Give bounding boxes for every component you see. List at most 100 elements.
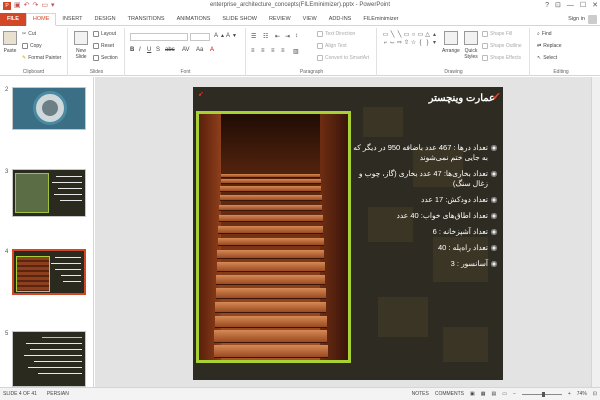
increase-indent-icon[interactable]: ⇥ (285, 33, 290, 40)
scroll-down-icon[interactable]: ▾ (431, 39, 438, 47)
textbox-shape-icon[interactable]: ▭ (382, 31, 389, 39)
bullet-list[interactable]: تعداد درها : 467 عدد باضافه 950 در دیگر … (353, 143, 497, 275)
cut-button[interactable]: ✂ Cut (22, 31, 36, 37)
tab-add-ins[interactable]: ADD-INS (323, 13, 358, 26)
font-size-select[interactable] (190, 33, 210, 41)
tab-fileminimizer[interactable]: FILEminimizer (357, 13, 404, 26)
format-painter-button[interactable]: ✎ Format Painter (22, 55, 61, 61)
zoom-level[interactable]: 74% (577, 391, 587, 397)
tab-review[interactable]: REVIEW (263, 13, 297, 26)
align-left-icon[interactable]: ≡ (251, 48, 255, 54)
shapes-gallery[interactable]: ▭ ╲ ╲ ▭ ○ ▭ △ ▴ ⌐ ⌙ ⇨ ⇧ ☆ { } ▾ (382, 31, 440, 57)
vertical-scrollbar[interactable] (591, 77, 600, 387)
minimize-button[interactable]: — (567, 0, 574, 12)
rectangle-shape-icon[interactable]: ▭ (417, 31, 424, 39)
line-shape-icon[interactable]: ╲ (396, 31, 403, 39)
shape-effects-button[interactable]: Shape Effects (482, 55, 521, 61)
quick-styles-button[interactable]: Quick Styles (463, 31, 479, 60)
arrow-shape-icon[interactable]: ⇨ (396, 39, 403, 47)
font-color-icon[interactable]: A (210, 47, 214, 53)
char-spacing-icon[interactable]: AV (182, 47, 190, 53)
tab-transitions[interactable]: TRANSITIONS (122, 13, 171, 26)
rectangle-shape-icon[interactable]: ▭ (403, 31, 410, 39)
tab-view[interactable]: VIEW (297, 13, 323, 26)
slide-title[interactable]: عمارت وینچستر (429, 93, 495, 104)
tab-design[interactable]: DESIGN (89, 13, 122, 26)
new-slide-button[interactable]: New Slide (71, 31, 91, 60)
scroll-up-icon[interactable]: ▴ (431, 31, 438, 39)
slide-editing-area[interactable]: ➹ ✔ عمارت وینچستر تعداد درها : 467 عدد ب… (95, 77, 600, 387)
tab-file[interactable]: FILE (0, 12, 26, 26)
change-case-icon[interactable]: Aa (196, 47, 203, 53)
slide-thumbnail-3[interactable] (12, 169, 86, 217)
tab-animations[interactable]: ANIMATIONS (171, 13, 217, 26)
reading-view-icon[interactable]: ▤ (491, 391, 496, 397)
font-name-select[interactable] (130, 33, 188, 41)
connector-shape-icon[interactable]: ⌙ (389, 39, 396, 47)
tab-insert[interactable]: INSERT (56, 13, 88, 26)
text-direction-button[interactable]: Text Direction (317, 31, 355, 37)
layout-button[interactable]: Layout (93, 31, 116, 37)
emblem-center (42, 100, 58, 116)
columns-icon[interactable]: ▥ (293, 48, 299, 55)
maximize-button[interactable]: ☐ (580, 0, 586, 12)
reset-button[interactable]: Reset (93, 43, 114, 49)
bullets-icon[interactable]: ☰ (251, 33, 256, 40)
shrink-font-icon[interactable]: A ▼ (226, 33, 237, 39)
underline-icon[interactable]: U (147, 47, 151, 53)
slideshow-icon[interactable]: ▭ (502, 391, 507, 397)
slide-thumbnail-5[interactable] (12, 331, 86, 387)
bold-icon[interactable]: B (130, 47, 134, 53)
select-button[interactable]: ↖ Select (537, 55, 557, 61)
section-button[interactable]: Section (93, 55, 118, 61)
strikethrough-icon[interactable]: abc (165, 47, 175, 53)
tab-slide-show[interactable]: SLIDE SHOW (216, 13, 263, 26)
italic-icon[interactable]: I (139, 47, 141, 53)
align-right-icon[interactable]: ≡ (271, 48, 275, 54)
oval-shape-icon[interactable]: ○ (410, 31, 417, 39)
language-indicator[interactable]: PERSIAN (47, 391, 69, 397)
find-button[interactable]: ⌕ Find (537, 31, 552, 37)
shape-fill-button[interactable]: Shape Fill (482, 31, 512, 37)
ribbon-display-button[interactable]: ⊡ (555, 0, 561, 12)
line-shape-icon[interactable]: ╲ (389, 31, 396, 39)
brace-shape-icon[interactable]: } (424, 39, 431, 47)
shadow-icon[interactable]: S (156, 47, 160, 53)
shape-outline-button[interactable]: Shape Outline (482, 43, 522, 49)
zoom-in-icon[interactable]: + (568, 391, 571, 397)
justify-icon[interactable]: ≡ (281, 48, 285, 54)
slide-sorter-icon[interactable]: ▦ (481, 391, 486, 397)
close-button[interactable]: ✕ (592, 0, 598, 12)
align-text-button[interactable]: Align Text (317, 43, 347, 49)
slide-thumbnail-4[interactable] (12, 249, 86, 295)
avatar[interactable] (588, 14, 597, 24)
copy-button[interactable]: Copy (22, 43, 42, 49)
brace-shape-icon[interactable]: { (417, 39, 424, 47)
grow-font-icon[interactable]: A ▲ (214, 33, 225, 39)
stairs-photo[interactable] (196, 111, 351, 363)
line-spacing-icon[interactable]: ↕ (295, 33, 298, 39)
zoom-slider-handle[interactable] (541, 391, 545, 397)
numbering-icon[interactable]: ☷ (263, 33, 268, 40)
replace-button[interactable]: ⇄ Replace (537, 43, 562, 49)
paste-button[interactable]: Paste (3, 31, 17, 54)
zoom-slider[interactable] (521, 391, 562, 397)
arrow-shape-icon[interactable]: ⇧ (403, 39, 410, 47)
fit-slide-icon[interactable]: ⊡ (593, 391, 597, 397)
align-center-icon[interactable]: ≡ (261, 48, 265, 54)
tab-home[interactable]: HOME (25, 13, 57, 26)
line-shape-icon[interactable]: ⌐ (382, 39, 389, 47)
notes-button[interactable]: NOTES (412, 391, 429, 397)
slide-thumbnail-2[interactable] (12, 87, 86, 130)
current-slide[interactable]: ➹ ✔ عمارت وینچستر تعداد درها : 467 عدد ب… (193, 87, 503, 380)
help-button[interactable]: ? (545, 0, 549, 12)
zoom-out-icon[interactable]: − (513, 391, 516, 397)
star-shape-icon[interactable]: ☆ (410, 39, 417, 47)
sign-in-link[interactable]: Sign in (568, 16, 585, 22)
arrange-button[interactable]: Arrange (442, 31, 460, 54)
comments-button[interactable]: COMMENTS (435, 391, 464, 397)
decrease-indent-icon[interactable]: ⇤ (275, 33, 280, 40)
normal-view-icon[interactable]: ▣ (470, 391, 475, 397)
triangle-shape-icon[interactable]: △ (424, 31, 431, 39)
convert-smartart-button[interactable]: Convert to SmartArt (317, 55, 369, 61)
